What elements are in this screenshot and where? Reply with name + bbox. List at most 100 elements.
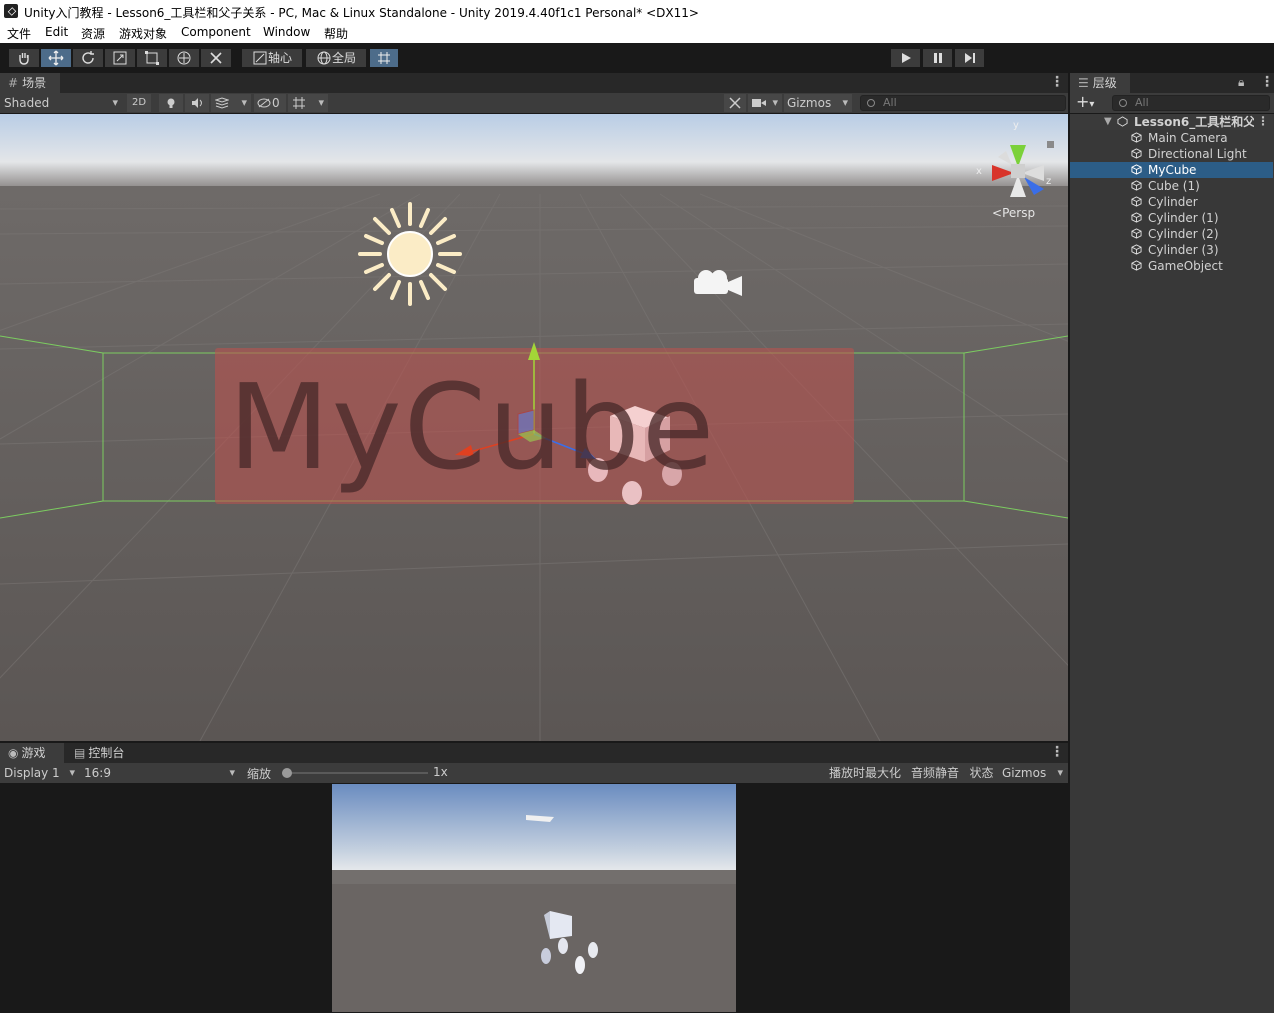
hierarchy-item[interactable]: Main Camera	[1070, 130, 1273, 146]
menu-window[interactable]: Window	[263, 25, 310, 39]
expand-arrow-icon[interactable]: ▼	[1104, 114, 1112, 130]
menu-edit[interactable]: Edit	[45, 25, 68, 39]
scene-tools-icon[interactable]	[724, 94, 746, 112]
title-bar: Unity入门教程 - Lesson6_工具栏和父子关系 - PC, Mac &…	[0, 0, 1274, 23]
gameobject-cube-icon	[1131, 148, 1142, 159]
hidden-objects-toggle[interactable]: 0	[254, 94, 286, 112]
menu-file[interactable]: 文件	[7, 25, 31, 42]
maximize-on-play-toggle[interactable]: 播放时最大化	[826, 764, 904, 782]
hierarchy-item[interactable]: Cube (1)	[1070, 178, 1273, 194]
stats-toggle[interactable]: 状态	[966, 764, 997, 782]
aspect-dropdown[interactable]: 16:9	[81, 764, 239, 782]
move-tool-icon[interactable]	[40, 48, 72, 68]
gameobject-cube-icon	[1131, 228, 1142, 239]
scene-tabbar: # 场景 ⋮	[0, 73, 1068, 93]
persp-text: Persp	[1002, 206, 1036, 220]
transform-tool-icon[interactable]	[168, 48, 200, 68]
console-icon: ▤	[74, 746, 86, 760]
play-icon[interactable]	[890, 48, 921, 68]
tab-scene-label: 场景	[22, 76, 47, 90]
tab-game-label: 游戏	[21, 746, 46, 760]
hierarchy-item[interactable]: Cylinder (3)	[1070, 242, 1273, 258]
effects-dropdown-icon[interactable]	[211, 94, 251, 112]
list-icon: ☰	[1078, 76, 1089, 90]
audio-toggle-icon[interactable]	[185, 94, 209, 112]
unity-logo-icon	[4, 4, 18, 18]
gameobject-cube-icon	[1131, 132, 1142, 143]
tab-hierarchy[interactable]: ☰ 层级	[1070, 73, 1130, 93]
pause-icon[interactable]	[922, 48, 953, 68]
hierarchy-item[interactable]: Directional Light	[1070, 146, 1273, 162]
menu-gameobject[interactable]: 游戏对象	[119, 25, 167, 42]
hierarchy-item-label: Cylinder (2)	[1148, 227, 1219, 241]
tab-hierarchy-label: 层级	[1092, 76, 1117, 90]
tab-scene[interactable]: # 场景	[0, 73, 60, 93]
axis-z-label: z	[1046, 176, 1052, 187]
axis-y-label: y	[1013, 120, 1019, 131]
scale-value: 1x	[433, 765, 448, 779]
menu-component[interactable]: Component	[181, 25, 251, 39]
hierarchy-item[interactable]: GameObject	[1070, 258, 1273, 274]
rotate-tool-icon[interactable]	[72, 48, 104, 68]
scene-root-row[interactable]: ▼ Lesson6_工具栏和父子关系 ⋮	[1070, 114, 1273, 130]
2d-toggle[interactable]: 2D	[127, 94, 151, 112]
scale-label: 缩放	[247, 767, 272, 781]
lighting-toggle-icon[interactable]	[159, 94, 183, 112]
persp-label[interactable]: <Persp	[992, 206, 1035, 220]
hand-tool-icon[interactable]	[8, 48, 40, 68]
hierarchy-controlbar: +▾ All	[1070, 93, 1274, 114]
persp-icon: <	[992, 206, 1003, 220]
scene-camera-dropdown-icon[interactable]	[748, 94, 782, 112]
tab-console[interactable]: ▤ 控制台	[66, 743, 134, 763]
menu-help[interactable]: 帮助	[324, 25, 348, 42]
display-dropdown[interactable]: Display 1	[0, 764, 79, 782]
tab-game[interactable]: ◉ 游戏	[0, 743, 64, 763]
grid-dropdown-icon[interactable]	[288, 94, 328, 112]
scene-viewport[interactable]: MyCube x y z <Persp	[0, 114, 1068, 741]
hierarchy-item[interactable]: Cylinder (1)	[1070, 210, 1273, 226]
scene-name: Lesson6_工具栏和父子关系	[1134, 115, 1254, 129]
menu-assets[interactable]: 资源	[81, 25, 105, 42]
custom-tool-icon[interactable]	[200, 48, 232, 68]
scene-menu-icon[interactable]: ⋮	[1050, 74, 1064, 90]
window-title: Unity入门教程 - Lesson6_工具栏和父子关系 - PC, Mac &…	[24, 6, 699, 20]
grid-snap-icon[interactable]	[369, 48, 399, 68]
scale-slider-thumb[interactable]	[282, 768, 292, 778]
game-controlbar: Display 1 16:9 缩放 1x 播放时最大化 音频静音 状态 Gizm…	[0, 763, 1068, 784]
hierarchy-search-input[interactable]: All	[1112, 95, 1270, 111]
scene-search-input[interactable]: All	[860, 95, 1066, 111]
hierarchy-panel: ☰层级 🔒︎ ⋮ +▾ All ▼ Lesson6_工具栏和父子关系 ⋮ Mai…	[1070, 73, 1274, 1013]
create-add-icon[interactable]: +▾	[1076, 93, 1094, 114]
pivot-button[interactable]: 轴心	[241, 48, 303, 68]
scene-row-menu-icon[interactable]: ⋮	[1257, 113, 1269, 129]
hierarchy-item[interactable]: Cylinder (2)	[1070, 226, 1273, 242]
gameobject-cube-icon	[1131, 196, 1142, 207]
global-button[interactable]: 全局	[305, 48, 367, 68]
gameobject-cube-icon	[1131, 180, 1142, 191]
mute-audio-toggle[interactable]: 音频静音	[907, 764, 963, 782]
scale-slider[interactable]	[282, 768, 428, 778]
lock-icon[interactable]: 🔒︎	[1238, 75, 1244, 90]
shading-dropdown[interactable]: Shaded	[0, 94, 122, 112]
overlay-text: MyCube	[228, 358, 717, 496]
hierarchy-menu-icon[interactable]: ⋮	[1260, 74, 1274, 90]
game-menu-icon[interactable]: ⋮	[1050, 744, 1064, 760]
axis-x-label: x	[976, 166, 982, 177]
step-icon[interactable]	[954, 48, 985, 68]
unity-scene-icon	[1117, 116, 1128, 127]
hidden-count: 0	[272, 96, 280, 110]
scene-controlbar: Shaded 2D 0 Gizmos All	[0, 93, 1068, 114]
hierarchy-item-label: Cylinder (3)	[1148, 243, 1219, 257]
hierarchy-item-label: Cylinder (1)	[1148, 211, 1219, 225]
rect-tool-icon[interactable]	[136, 48, 168, 68]
hierarchy-item-label: MyCube	[1148, 163, 1197, 177]
gizmos-dropdown[interactable]: Gizmos	[784, 94, 852, 112]
hierarchy-item[interactable]: Cylinder	[1070, 194, 1273, 210]
game-render[interactable]	[332, 784, 736, 1012]
game-gizmos-dropdown[interactable]: Gizmos	[999, 764, 1067, 782]
hierarchy-tabbar: ☰ 层级 🔒︎ ⋮	[1070, 73, 1274, 93]
hierarchy-item-label: Main Camera	[1148, 131, 1228, 145]
scale-tool-icon[interactable]	[104, 48, 136, 68]
main-toolbar: 轴心 全局	[0, 43, 1274, 73]
hierarchy-item-selected[interactable]: MyCube	[1070, 162, 1273, 178]
